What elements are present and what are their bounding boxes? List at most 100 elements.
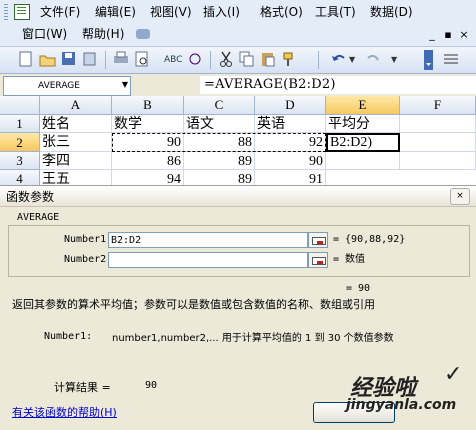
name-box-value: AVERAGE	[38, 81, 80, 91]
cell-e3[interactable]	[326, 152, 400, 170]
menu-data[interactable]: 数据(D)	[370, 3, 413, 21]
print-preview-icon	[135, 51, 148, 67]
row-header-1[interactable]: 1	[0, 115, 40, 133]
watermark-url: jingyanla.com	[346, 397, 457, 413]
calc-result-value: 90	[145, 380, 158, 391]
cell-f3[interactable]	[400, 152, 476, 170]
svg-text:ABC: ABC	[164, 55, 182, 65]
align-icon	[444, 54, 458, 64]
print-icon	[114, 51, 128, 63]
name-box-dropdown-icon[interactable]: ▼	[122, 80, 128, 89]
cut-icon	[220, 51, 232, 67]
copy-icon	[239, 51, 254, 67]
research-icon	[189, 53, 201, 65]
arg-help-text: number1,number2,... 用于计算平均值的 1 到 30 个数值参…	[112, 333, 394, 344]
number1-result: = {90,88,92}	[333, 234, 406, 245]
menu-tools[interactable]: 工具(T)	[315, 3, 356, 21]
cell-d1[interactable]: 英语	[255, 115, 326, 133]
formula-input[interactable]: =AVERAGE(B2:D2)	[200, 76, 476, 94]
menu-insert[interactable]: 插入(I)	[203, 3, 240, 21]
minimize-button[interactable]: _	[426, 28, 438, 42]
menu-help[interactable]: 帮助(H)	[82, 25, 124, 43]
range-selection-marquee	[112, 133, 326, 152]
column-header-b[interactable]: B	[112, 96, 184, 115]
select-all-corner[interactable]	[0, 96, 40, 115]
number2-result: = 数值	[333, 254, 366, 265]
row-header-4[interactable]: 4	[0, 170, 40, 186]
cell-f1[interactable]	[400, 115, 476, 133]
menu-grip[interactable]	[4, 4, 8, 20]
cell-c3[interactable]: 89	[184, 152, 255, 170]
overall-result: = 90	[346, 283, 371, 294]
open-folder-icon	[39, 55, 56, 67]
dialog-close-button[interactable]: ×	[450, 188, 470, 205]
menu-edit[interactable]: 编辑(E)	[95, 3, 136, 21]
undo-icon	[332, 54, 345, 61]
row-header-2[interactable]: 2	[0, 133, 40, 152]
cell-e1[interactable]: 平均分	[326, 115, 400, 133]
excel-doc-icon[interactable]	[14, 4, 30, 20]
redo-icon	[367, 54, 379, 61]
worksheet-grid[interactable]: A B C D E F 1 2 3 4 姓名 数学 语文 英语 平均分 张三 9…	[0, 96, 476, 186]
cell-c1[interactable]: 语文	[184, 115, 255, 133]
new-file-icon	[19, 51, 32, 67]
number2-input[interactable]	[108, 252, 308, 268]
toolbar-icons: ABC	[19, 50, 458, 70]
redo-dropdown-icon[interactable]: ▼	[391, 55, 397, 64]
cell-c4[interactable]: 89	[184, 170, 255, 186]
menu-bar: 文件(F) 编辑(E) 视图(V) 插入(I) 格式(O) 工具(T) 数据(D…	[0, 0, 476, 47]
toolbar-separator	[210, 51, 211, 69]
cell-a3[interactable]: 李四	[40, 152, 112, 170]
toolbar-separator	[105, 51, 106, 69]
format-painter-icon	[283, 52, 293, 66]
name-box[interactable]: AVERAGE ▼	[3, 76, 131, 96]
function-description: 返回其参数的算术平均值；参数可以是数值或包含数值的名称、数组或引用	[12, 298, 375, 311]
function-name: AVERAGE	[15, 212, 62, 223]
toolbar-options-icon	[424, 50, 433, 70]
arg-help-label: Number1:	[44, 331, 93, 342]
function-help-link[interactable]: 有关该函数的帮助(H)	[12, 404, 117, 420]
watermark-check-icon: ✓	[444, 362, 463, 387]
spelling-icon: ABC	[164, 55, 182, 65]
cell-b3[interactable]: 86	[112, 152, 184, 170]
cell-b1[interactable]: 数学	[112, 115, 184, 133]
cell-d4[interactable]: 91	[255, 170, 326, 186]
menu-window[interactable]: 窗口(W)	[22, 25, 67, 43]
calc-result-label: 计算结果 =	[54, 381, 111, 394]
assistant-icon[interactable]	[136, 29, 150, 39]
menu-format[interactable]: 格式(O)	[260, 3, 303, 21]
close-workbook-button[interactable]: ×	[458, 28, 470, 42]
menu-file[interactable]: 文件(F)	[40, 3, 80, 21]
collapse-dialog-icon[interactable]	[308, 252, 328, 268]
collapse-dialog-icon[interactable]	[308, 232, 328, 248]
number1-input[interactable]: B2:D2	[108, 232, 308, 248]
column-header-f[interactable]: F	[400, 96, 476, 115]
toolbar-separator	[318, 51, 319, 69]
column-header-a[interactable]: A	[40, 96, 112, 115]
cell-a1[interactable]: 姓名	[40, 115, 112, 133]
formula-text: =AVERAGE(B2:D2)	[204, 77, 336, 92]
active-cell-e2[interactable]: B2:D2)	[326, 133, 400, 152]
cell-b4[interactable]: 94	[112, 170, 184, 186]
restore-button[interactable]: ▪	[442, 28, 454, 42]
column-header-e[interactable]: E	[326, 96, 400, 115]
cell-a2[interactable]: 张三	[40, 133, 112, 152]
column-header-d[interactable]: D	[255, 96, 326, 115]
row-header-3[interactable]: 3	[0, 152, 40, 170]
permission-icon	[83, 52, 96, 66]
cell-a4[interactable]: 王五	[40, 170, 112, 186]
undo-dropdown-icon[interactable]: ▼	[349, 55, 355, 64]
cell-d3[interactable]: 90	[255, 152, 326, 170]
standard-toolbar: ABC ▼ ▼	[0, 47, 476, 74]
dialog-title: 函数参数	[6, 190, 55, 204]
dialog-title-bar[interactable]: 函数参数 ×	[0, 186, 476, 207]
paste-icon	[262, 53, 275, 67]
cell-e2: B2:D2)	[330, 135, 372, 150]
cell-f2[interactable]	[400, 133, 476, 152]
column-header-c[interactable]: C	[184, 96, 255, 115]
number1-label: Number1	[64, 234, 107, 245]
save-icon	[62, 52, 75, 65]
menu-view[interactable]: 视图(V)	[150, 3, 192, 21]
number2-label: Number2	[64, 254, 107, 265]
function-arguments-dialog: 函数参数 × AVERAGE Number1 B2:D2 = {90,88,92…	[0, 185, 476, 430]
